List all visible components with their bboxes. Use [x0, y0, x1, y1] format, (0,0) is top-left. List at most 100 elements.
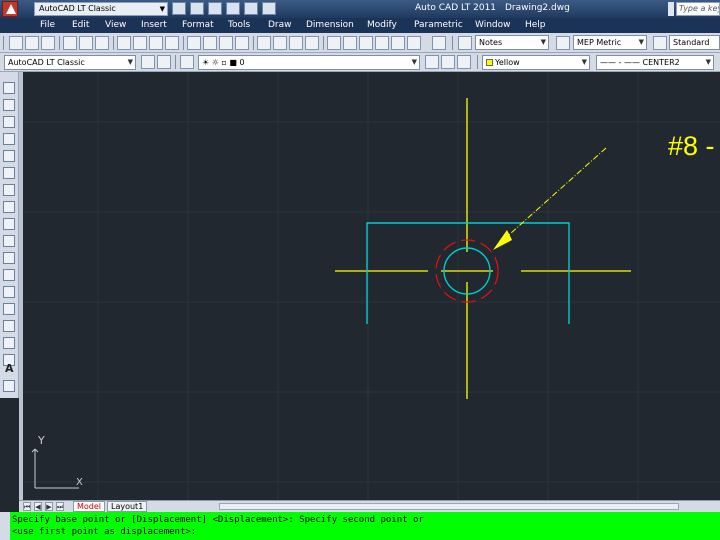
- bracket-outline[interactable]: [366, 222, 570, 324]
- menu-view[interactable]: View: [105, 20, 126, 30]
- rectangle-icon[interactable]: [3, 150, 15, 162]
- sheet-set-icon[interactable]: [375, 36, 389, 50]
- dim-style-select[interactable]: MEP Metric ▼: [573, 35, 647, 50]
- redo-icon[interactable]: [219, 36, 233, 50]
- plot-preview-icon[interactable]: [79, 36, 93, 50]
- spline-icon[interactable]: [3, 218, 15, 230]
- save-icon[interactable]: [208, 2, 222, 15]
- revision-cloud-icon[interactable]: [3, 201, 15, 213]
- menu-dimension[interactable]: Dimension: [306, 20, 354, 30]
- quickcalc-icon[interactable]: [407, 36, 421, 50]
- ellipse-arc-icon[interactable]: [3, 252, 15, 264]
- insert-block-icon[interactable]: [3, 269, 15, 281]
- ellipse-icon[interactable]: [3, 235, 15, 247]
- prev-tab-icon[interactable]: ◀: [34, 502, 42, 511]
- help-icon[interactable]: [432, 36, 446, 50]
- polyline-icon[interactable]: [3, 116, 15, 128]
- grid-lines: [23, 72, 720, 500]
- hatch-icon[interactable]: [3, 320, 15, 332]
- new-file-icon[interactable]: [172, 2, 186, 15]
- design-center-icon[interactable]: [343, 36, 357, 50]
- chevron-down-icon: ▼: [159, 5, 165, 13]
- text-style-select[interactable]: Notes ▼: [475, 35, 549, 50]
- paste-icon[interactable]: [149, 36, 163, 50]
- drawing-canvas[interactable]: Y X: [23, 72, 720, 500]
- table-style-icon[interactable]: [653, 36, 667, 50]
- workspace-switcher-label: AutoCAD LT Classic: [39, 4, 116, 13]
- construction-line-icon[interactable]: [3, 99, 15, 111]
- undo-icon[interactable]: [187, 36, 201, 50]
- make-current-layer-icon[interactable]: [425, 55, 439, 69]
- last-tab-icon[interactable]: ⏭: [56, 502, 64, 511]
- tab-model[interactable]: Model: [73, 501, 106, 512]
- match-properties-icon[interactable]: [165, 36, 179, 50]
- menu-help[interactable]: Help: [525, 20, 546, 30]
- plot-icon[interactable]: [262, 2, 276, 15]
- tool-palettes-icon[interactable]: [359, 36, 373, 50]
- toolbar-separator: [183, 36, 184, 50]
- color-select[interactable]: Yellow ▼: [482, 55, 590, 70]
- make-block-icon[interactable]: [3, 286, 15, 298]
- layer-previous-icon[interactable]: [441, 55, 455, 69]
- menu-edit[interactable]: Edit: [72, 20, 89, 30]
- first-tab-icon[interactable]: ⏮: [23, 502, 31, 511]
- layer-state-icon[interactable]: [457, 55, 471, 69]
- document-title: Drawing2.dwg: [505, 3, 570, 13]
- my-workspace-icon[interactable]: [157, 55, 171, 69]
- add-selected-icon[interactable]: [3, 380, 15, 392]
- redo-dropdown-icon[interactable]: [235, 36, 249, 50]
- menu-tools[interactable]: Tools: [228, 20, 250, 30]
- dim-style-icon[interactable]: [556, 36, 570, 50]
- workspace-settings-icon[interactable]: [141, 55, 155, 69]
- menu-parametric[interactable]: Parametric: [414, 20, 463, 30]
- layer-select[interactable]: ☀ ☼ ▫ ■ 0 ▼: [198, 55, 420, 70]
- menu-window[interactable]: Window: [475, 20, 511, 30]
- layer-properties-icon[interactable]: [180, 55, 194, 69]
- command-line[interactable]: Specify base point or [Displacement] <Di…: [0, 512, 720, 540]
- table-style-select[interactable]: Standard: [669, 35, 720, 50]
- menu-file[interactable]: File: [40, 20, 55, 30]
- command-line-grip[interactable]: [0, 512, 10, 540]
- cut-icon[interactable]: [117, 36, 131, 50]
- pan-icon[interactable]: [257, 36, 271, 50]
- open-file-icon[interactable]: [190, 2, 204, 15]
- properties-icon[interactable]: [327, 36, 341, 50]
- menu-modify[interactable]: Modify: [367, 20, 397, 30]
- point-icon[interactable]: [3, 303, 15, 315]
- menu-draw[interactable]: Draw: [268, 20, 292, 30]
- arc-icon[interactable]: [3, 167, 15, 179]
- chevron-down-icon: ▼: [411, 58, 417, 66]
- gradient-icon[interactable]: [3, 337, 15, 349]
- markup-icon[interactable]: [391, 36, 405, 50]
- polygon-icon[interactable]: [3, 133, 15, 145]
- zoom-window-icon[interactable]: [289, 36, 303, 50]
- chevron-down-icon: ▼: [540, 38, 546, 46]
- tab-layout1[interactable]: Layout1: [107, 501, 148, 512]
- horizontal-scrollbar[interactable]: [219, 503, 679, 510]
- workspace-select[interactable]: AutoCAD LT Classic ▼: [4, 55, 136, 70]
- zoom-previous-icon[interactable]: [305, 36, 319, 50]
- undo-dropdown-icon[interactable]: [203, 36, 217, 50]
- next-tab-icon[interactable]: ▶: [45, 502, 53, 511]
- circle-icon[interactable]: [3, 184, 15, 196]
- workspace-switcher[interactable]: AutoCAD LT Classic ▼: [34, 2, 168, 16]
- copy-icon[interactable]: [133, 36, 147, 50]
- zoom-realtime-icon[interactable]: [273, 36, 287, 50]
- save-icon[interactable]: [41, 36, 55, 50]
- text-style-icon[interactable]: [458, 36, 472, 50]
- menu-insert[interactable]: Insert: [141, 20, 167, 30]
- undo-icon[interactable]: [226, 2, 240, 15]
- multiline-text-icon[interactable]: A: [5, 362, 14, 375]
- open-icon[interactable]: [25, 36, 39, 50]
- redo-icon[interactable]: [244, 2, 258, 15]
- center-lines[interactable]: [335, 98, 631, 399]
- search-input[interactable]: Type a keyword: [676, 2, 720, 16]
- menu-format[interactable]: Format: [182, 20, 214, 30]
- chevron-down-icon: ▼: [127, 58, 133, 66]
- line-tool-icon[interactable]: [3, 82, 15, 94]
- application-menu-icon[interactable]: [2, 1, 18, 17]
- plot-icon[interactable]: [63, 36, 77, 50]
- publish-icon[interactable]: [95, 36, 109, 50]
- linetype-select[interactable]: —— - —— CENTER2 ▼: [596, 55, 714, 70]
- qnew-icon[interactable]: [9, 36, 23, 50]
